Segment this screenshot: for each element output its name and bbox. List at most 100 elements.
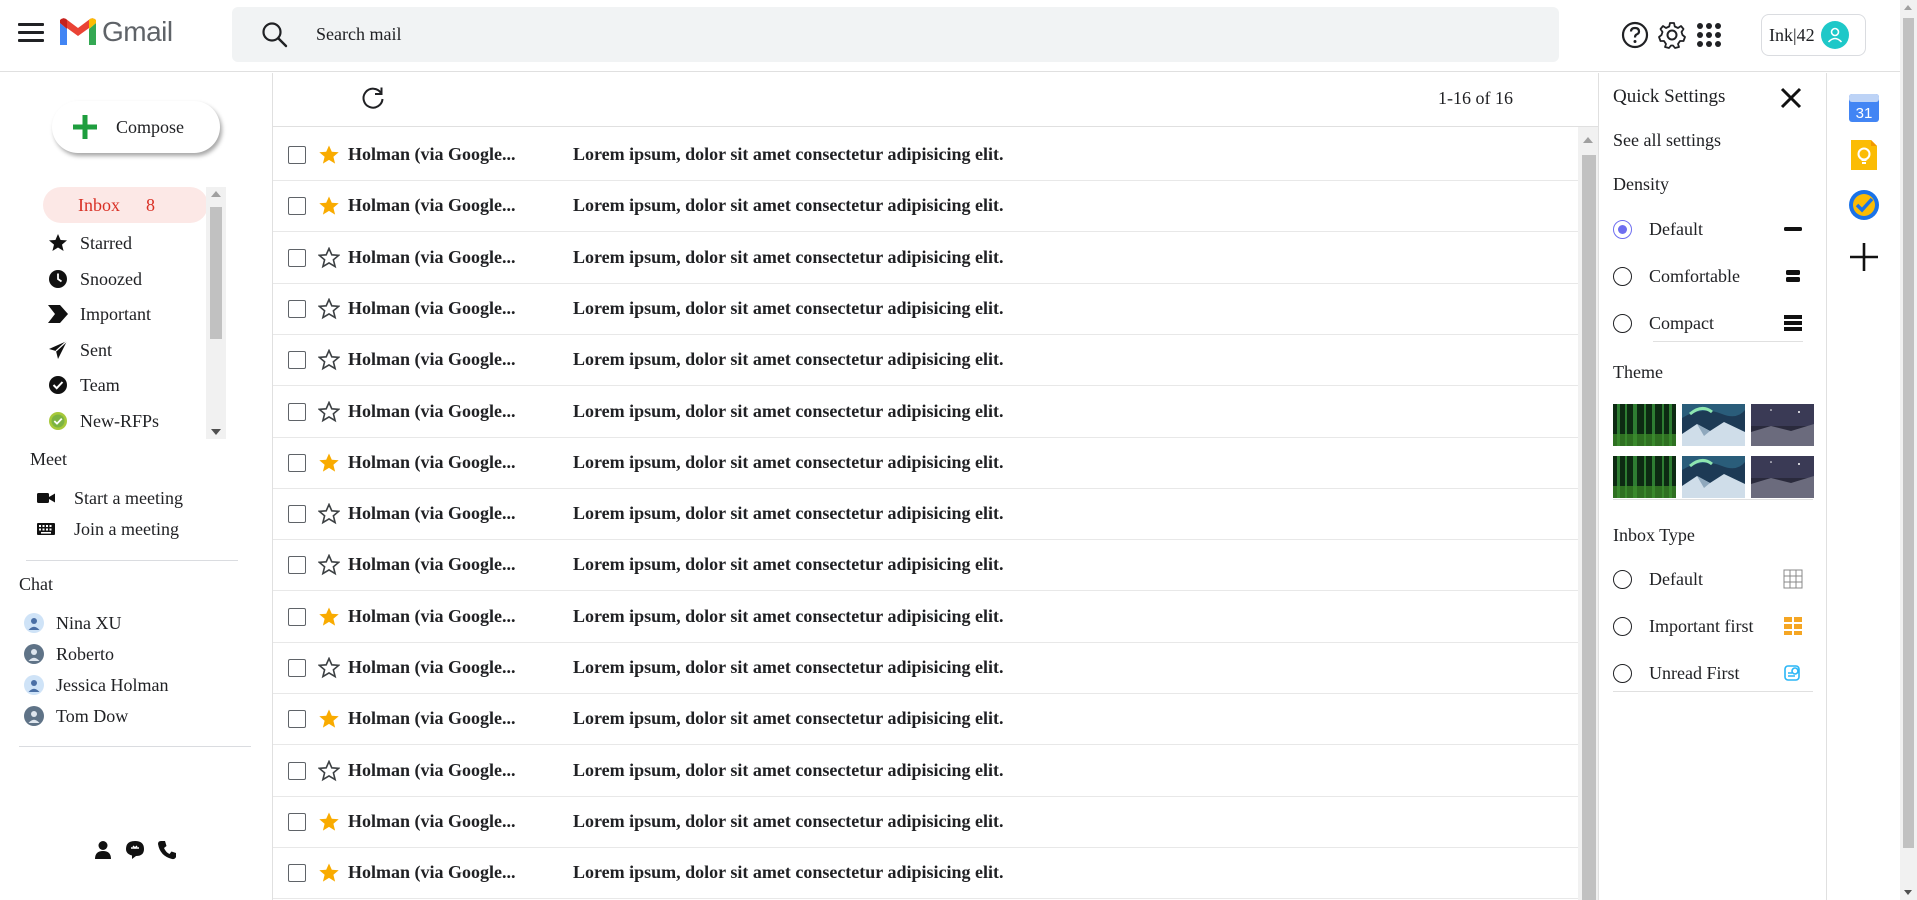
radio-unselected[interactable] <box>1613 569 1632 589</box>
density-option-default[interactable]: Default <box>1613 214 1813 244</box>
row-checkbox[interactable] <box>288 607 306 626</box>
mail-row[interactable]: Holman (via Google... Lorem ipsum, dolor … <box>273 386 1578 438</box>
add-icon[interactable] <box>1848 241 1880 273</box>
mail-row[interactable]: Holman (via Google... Lorem ipsum, dolor … <box>273 693 1578 745</box>
density-option-compact[interactable]: Compact <box>1613 308 1813 338</box>
labels-scrollbar[interactable] <box>206 187 226 439</box>
mail-row[interactable]: Holman (via Google... Lorem ipsum, dolor … <box>273 745 1578 797</box>
star-outline-icon[interactable] <box>318 759 340 782</box>
star-outline-icon[interactable] <box>318 502 340 525</box>
tasks-icon[interactable] <box>1848 189 1880 221</box>
search-bar[interactable] <box>232 7 1559 62</box>
row-checkbox[interactable] <box>288 761 306 780</box>
scroll-down-arrow[interactable] <box>1904 890 1912 895</box>
star-outline-icon[interactable] <box>318 400 340 423</box>
scroll-up-arrow[interactable] <box>211 191 221 197</box>
scroll-thumb[interactable] <box>210 207 222 339</box>
row-checkbox[interactable] <box>288 299 306 318</box>
mail-row[interactable]: Holman (via Google... Lorem ipsum, dolor … <box>273 591 1578 643</box>
star-outline-icon[interactable] <box>318 246 340 269</box>
inbox-type-option-unread-first[interactable]: Unread First <box>1613 658 1813 688</box>
radio-unselected[interactable] <box>1613 663 1632 683</box>
sidebar-item-snoozed[interactable]: Snoozed <box>38 261 208 297</box>
scroll-up-arrow[interactable] <box>1904 5 1912 10</box>
inbox-type-option-default[interactable]: Default <box>1613 564 1813 594</box>
mail-row[interactable]: Holman (via Google... Lorem ipsum, dolor … <box>273 129 1578 181</box>
mail-row[interactable]: Holman (via Google... Lorem ipsum, dolor … <box>273 488 1578 540</box>
chat-contact[interactable]: Tom Dow <box>24 702 128 730</box>
close-icon[interactable] <box>1778 85 1804 111</box>
star-filled-icon[interactable] <box>318 195 340 217</box>
row-checkbox[interactable] <box>288 196 306 215</box>
mail-row[interactable]: Holman (via Google... Lorem ipsum, dolor … <box>273 847 1578 899</box>
mail-list-scrollbar[interactable] <box>1578 127 1599 900</box>
join-meeting-link[interactable]: Join a meeting <box>36 516 179 542</box>
scroll-thumb[interactable] <box>1903 18 1914 848</box>
sidebar-item-sent[interactable]: Sent <box>38 332 208 368</box>
star-filled-icon[interactable] <box>318 708 340 730</box>
aurora-theme-thumbnail[interactable] <box>1682 404 1745 446</box>
row-checkbox[interactable] <box>288 812 306 831</box>
person-icon[interactable] <box>92 839 114 861</box>
mail-row[interactable]: Holman (via Google... Lorem ipsum, dolor … <box>273 334 1578 386</box>
scroll-up-arrow[interactable] <box>1583 137 1593 143</box>
keep-icon[interactable] <box>1848 139 1880 171</box>
refresh-icon[interactable] <box>359 84 387 112</box>
gear-icon[interactable] <box>1657 20 1687 50</box>
radio-unselected[interactable] <box>1613 616 1632 636</box>
mail-row[interactable]: Holman (via Google... Lorem ipsum, dolor … <box>273 539 1578 591</box>
chat-contact[interactable]: Nina XU <box>24 609 122 637</box>
scroll-thumb[interactable] <box>1582 155 1596 900</box>
sidebar-item-important[interactable]: Important <box>38 296 208 332</box>
search-input[interactable] <box>316 24 1516 45</box>
help-icon[interactable] <box>1620 20 1650 50</box>
density-option-comfortable[interactable]: Comfortable <box>1613 261 1813 291</box>
gmail-logo[interactable]: Gmail <box>58 14 173 50</box>
sidebar-item-team[interactable]: Team <box>38 367 208 403</box>
sidebar-item-inbox[interactable]: Inbox 8 <box>43 187 208 223</box>
row-checkbox[interactable] <box>288 709 306 728</box>
night-theme-thumbnail[interactable] <box>1751 404 1814 446</box>
mail-row[interactable]: Holman (via Google... Lorem ipsum, dolor … <box>273 180 1578 232</box>
row-checkbox[interactable] <box>288 248 306 267</box>
phone-icon[interactable] <box>156 839 178 861</box>
apps-grid-icon[interactable] <box>1694 20 1724 50</box>
star-outline-icon[interactable] <box>318 553 340 576</box>
radio-unselected[interactable] <box>1613 266 1632 286</box>
forest-theme-thumbnail[interactable] <box>1613 404 1676 446</box>
row-checkbox[interactable] <box>288 350 306 369</box>
see-all-settings-link[interactable]: See all settings <box>1613 130 1721 151</box>
start-meeting-link[interactable]: Start a meeting <box>36 485 183 511</box>
row-checkbox[interactable] <box>288 555 306 574</box>
mail-row[interactable]: Holman (via Google... Lorem ipsum, dolor … <box>273 437 1578 489</box>
star-filled-icon[interactable] <box>318 606 340 628</box>
night-theme-thumbnail[interactable] <box>1751 456 1814 498</box>
star-outline-icon[interactable] <box>318 656 340 679</box>
search-icon[interactable] <box>260 20 290 50</box>
chat-contact[interactable]: Roberto <box>24 640 114 668</box>
forest-theme-thumbnail[interactable] <box>1613 456 1676 498</box>
star-filled-icon[interactable] <box>318 811 340 833</box>
row-checkbox[interactable] <box>288 863 306 882</box>
mail-row[interactable]: Holman (via Google... Lorem ipsum, dolor … <box>273 642 1578 694</box>
compose-button[interactable]: Compose <box>52 101 220 153</box>
star-filled-icon[interactable] <box>318 862 340 884</box>
row-checkbox[interactable] <box>288 658 306 677</box>
row-checkbox[interactable] <box>288 145 306 164</box>
mail-row[interactable]: Holman (via Google... Lorem ipsum, dolor … <box>273 232 1578 284</box>
star-outline-icon[interactable] <box>318 297 340 320</box>
row-checkbox[interactable] <box>288 453 306 472</box>
calendar-icon[interactable]: 31 <box>1848 91 1880 123</box>
sidebar-item-new-rfps[interactable]: New-RFPs <box>38 403 208 439</box>
radio-selected[interactable] <box>1613 219 1632 239</box>
chat-contact[interactable]: Jessica Holman <box>24 671 168 699</box>
row-checkbox[interactable] <box>288 504 306 523</box>
star-filled-icon[interactable] <box>318 452 340 474</box>
star-outline-icon[interactable] <box>318 348 340 371</box>
row-checkbox[interactable] <box>288 402 306 421</box>
chat-bubble-icon[interactable] <box>124 839 146 861</box>
mail-row[interactable]: Holman (via Google... Lorem ipsum, dolor … <box>273 283 1578 335</box>
mail-row[interactable]: Holman (via Google... Lorem ipsum, dolor … <box>273 796 1578 848</box>
star-filled-icon[interactable] <box>318 144 340 166</box>
account-button[interactable]: Ink|42 <box>1761 14 1866 56</box>
